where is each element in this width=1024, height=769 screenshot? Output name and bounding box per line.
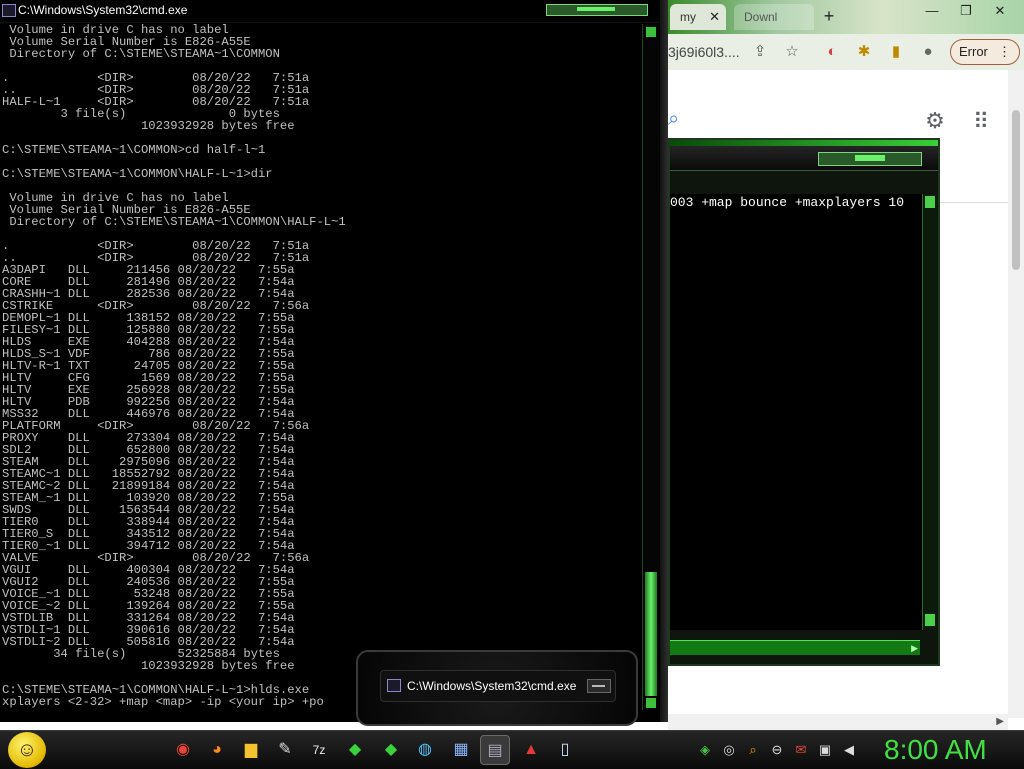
browser-tab-download[interactable]: Downl [734, 4, 814, 30]
puzzle-extension-icon[interactable]: ✱ [854, 42, 874, 62]
scroll-right-arrow-icon[interactable]: ▶ [996, 714, 1004, 730]
adobe-icon[interactable]: ▲ [516, 735, 546, 765]
hlds-console-output: 003 +map bounce +maxplayers 10 [670, 194, 922, 630]
browser-tabbar: my ✕ Downl + — ❐ ✕ [668, 0, 1024, 34]
thumbnail-label: C:\Windows\System32\cmd.exe [407, 679, 577, 693]
apps-grid-icon[interactable]: ⠿ [968, 109, 994, 135]
error-label: Error [959, 44, 988, 59]
hlds-window-controls[interactable] [818, 152, 922, 166]
display-icon[interactable]: ⊖ [768, 741, 786, 759]
browser-vertical-scrollbar[interactable] [1008, 70, 1024, 718]
side-panel-icon[interactable]: ▮ [886, 42, 906, 62]
firefox-icon[interactable]: ◕ [202, 735, 232, 765]
chrome-icon[interactable]: ◉ [168, 735, 198, 765]
tab-label: my [680, 10, 696, 24]
cmd-icon[interactable]: ▤ [480, 735, 510, 765]
cmd-window: C:\Windows\System32\cmd.exe Volume in dr… [0, 0, 668, 722]
system-tray: ◈ ◎ ⌕ ⊖ ✉ ▣ ◀ [692, 731, 872, 769]
new-tab-button[interactable]: + [818, 6, 840, 28]
browser-tab-my[interactable]: my ✕ [670, 4, 726, 30]
extension-flag-icon[interactable]: ◐ [822, 42, 842, 62]
scroll-down-arrow-icon[interactable] [925, 614, 935, 626]
scrollbar-thumb[interactable] [645, 572, 657, 696]
hlds-command-line: 003 +map bounce +maxplayers 10 [670, 194, 922, 212]
taskbar-clock[interactable]: 8:00 AM [884, 733, 1014, 767]
search-icon[interactable]: ⌕ [668, 108, 679, 131]
hlds-console-window: 003 +map bounce +maxplayers 10 ▶ [668, 138, 940, 666]
titlebar-glow [670, 140, 938, 146]
cmd-app-icon [2, 4, 16, 17]
device-icon[interactable]: ▣ [816, 741, 834, 759]
app-g-icon[interactable]: ◆ [376, 735, 406, 765]
bookmark-star-icon[interactable]: ☆ [782, 42, 802, 62]
cmd-window-title: C:\Windows\System32\cmd.exe [18, 3, 188, 17]
pinned-apps: ◉ ◕ ▆ ✎ 7z ◆ ◆ ◍ ▦ ▤ ▲ ▯ [168, 731, 582, 769]
7zip-icon[interactable]: 7z [304, 735, 334, 765]
tab-label: Downl [744, 10, 778, 24]
volume-icon[interactable]: ◀ [840, 741, 858, 759]
steam-icon[interactable]: ◎ [720, 741, 738, 759]
cmd-vertical-scrollbar[interactable] [642, 24, 659, 710]
cmd-titlebar[interactable]: C:\Windows\System32\cmd.exe [0, 0, 668, 23]
search-icon[interactable]: ⌕ [744, 741, 762, 759]
paint-icon[interactable]: ◍ [410, 735, 440, 765]
hlds-titlebar[interactable] [670, 140, 938, 171]
profile-avatar-icon[interactable]: ● [918, 42, 938, 62]
cmd-app-icon [387, 679, 401, 692]
scroll-up-arrow-icon[interactable] [925, 196, 935, 208]
minimize-button[interactable]: — [918, 2, 946, 20]
scrollbar-thumb[interactable] [1012, 110, 1020, 270]
scroll-up-arrow-icon[interactable] [646, 27, 656, 37]
hlds-vertical-scrollbar[interactable] [922, 194, 937, 630]
mail-icon[interactable]: ✉ [792, 741, 810, 759]
cmd-console-output[interactable]: Volume in drive C has no label Volume Se… [2, 24, 638, 710]
kebab-menu-icon[interactable]: ⋮ [998, 40, 1011, 64]
settings-gear-icon[interactable]: ⚙ [922, 108, 948, 134]
taskbar-thumbnail-popup[interactable]: C:\Windows\System32\cmd.exe [356, 650, 638, 726]
thumbnail-close-button[interactable] [587, 679, 611, 693]
maximize-button[interactable]: ❐ [952, 2, 980, 20]
browser-horizontal-scrollbar[interactable]: ▶ [668, 714, 1008, 730]
thumbnail-entry[interactable]: C:\Windows\System32\cmd.exe [380, 670, 616, 702]
hlds-horizontal-scrollbar[interactable]: ▶ [670, 640, 920, 655]
app-f-icon[interactable]: ◆ [340, 735, 370, 765]
tab-close-icon[interactable]: ✕ [709, 4, 720, 30]
scroll-right-arrow-icon[interactable]: ▶ [911, 641, 918, 655]
scroll-down-arrow-icon[interactable] [646, 698, 656, 708]
taskbar: ☺ ◉ ◕ ▆ ✎ 7z ◆ ◆ ◍ ▦ ▤ ▲ ▯ ◈ ◎ ⌕ ⊖ ✉ ▣ ◀… [0, 730, 1024, 769]
address-bar[interactable]: 3j69i60l3.... [668, 44, 740, 60]
share-icon[interactable]: ⇪ [750, 42, 770, 62]
notepad-icon[interactable]: ✎ [270, 735, 300, 765]
files-icon[interactable]: ▯ [550, 735, 580, 765]
error-button[interactable]: Error ⋮ [950, 39, 1020, 65]
network-icon[interactable]: ◈ [696, 741, 714, 759]
start-button[interactable]: ☺ [8, 732, 46, 768]
explorer-icon[interactable]: ▆ [236, 735, 266, 765]
cmd-window-controls[interactable] [546, 4, 648, 16]
window-border [660, 0, 668, 722]
app-blocks-icon[interactable]: ▦ [446, 735, 476, 765]
close-window-button[interactable]: ✕ [986, 2, 1014, 20]
browser-toolbar: 3j69i60l3.... ⇪ ☆ ◐ ✱ ▮ ● Error ⋮ [668, 34, 1024, 70]
